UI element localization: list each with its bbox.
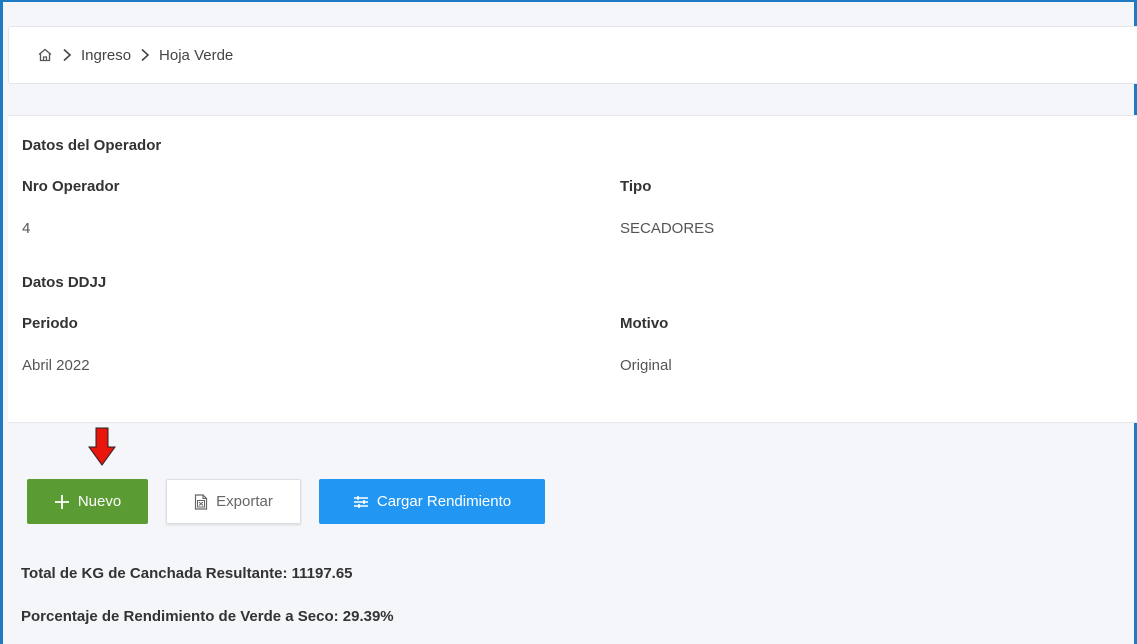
red-down-arrow-icon [87,427,117,472]
total-kg-text: Total de KG de Canchada Resultante: 1119… [21,565,353,582]
nuevo-button-label: Nuevo [77,493,122,510]
sliders-icon [353,495,369,509]
motivo-label: Motivo [620,315,669,332]
toolbar: Nuevo Exportar Cargar Rendimiento [27,479,545,524]
motivo-value: Original [620,357,672,374]
datos-card: Datos del Operador Nro Operador Tipo 4 S… [8,115,1137,423]
cargar-rendimiento-button-label: Cargar Rendimiento [376,493,512,510]
ddjj-section-title: Datos DDJJ [22,274,107,291]
nuevo-button[interactable]: Nuevo [27,479,148,524]
periodo-value: Abril 2022 [22,357,90,374]
exportar-button-label: Exportar [216,493,273,510]
porcentaje-rendimiento-text: Porcentaje de Rendimiento de Verde a Sec… [21,608,394,625]
excel-file-icon [194,493,208,510]
chevron-right-icon [140,48,150,62]
exportar-button[interactable]: Exportar [166,479,301,524]
chevron-right-icon [62,48,72,62]
operador-section-title: Datos del Operador [22,137,162,154]
periodo-label: Periodo [22,315,78,332]
breadcrumb-item-ingreso[interactable]: Ingreso [81,47,131,64]
nro-operador-value: 4 [22,220,31,237]
breadcrumb-item-hoja-verde: Hoja Verde [159,46,234,64]
cargar-rendimiento-button[interactable]: Cargar Rendimiento [319,479,545,524]
plus-icon [54,494,70,510]
home-icon[interactable] [37,47,53,63]
tipo-label: Tipo [620,178,652,195]
breadcrumb: Ingreso Hoja Verde [8,26,1137,84]
tipo-value: SECADORES [620,220,715,237]
nro-operador-label: Nro Operador [22,178,120,195]
